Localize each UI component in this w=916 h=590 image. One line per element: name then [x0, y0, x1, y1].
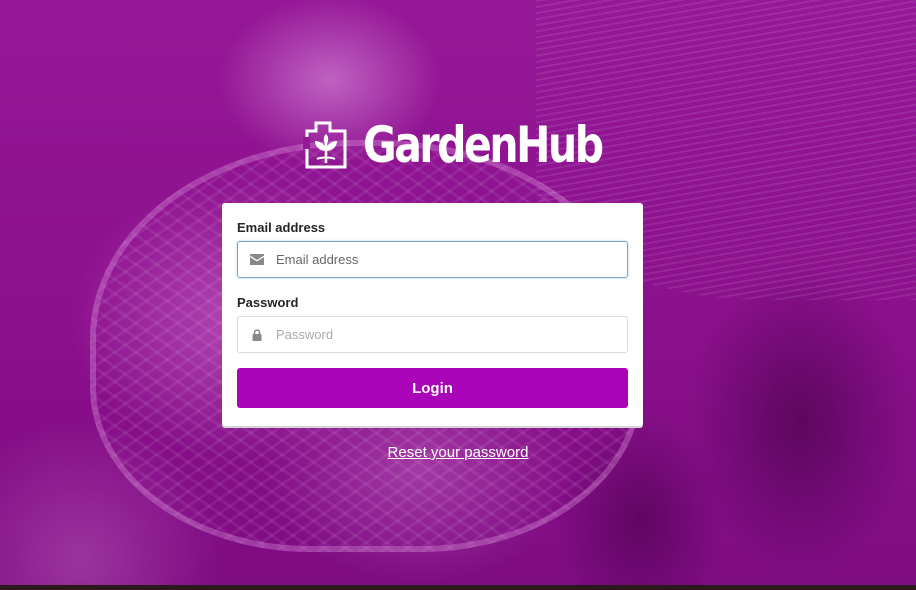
envelope-icon	[238, 242, 276, 277]
reset-password-link[interactable]: Reset your password	[0, 444, 916, 461]
password-field[interactable]	[237, 316, 628, 353]
login-card: Email address Password Login	[222, 203, 643, 426]
brand-header: GardenHub	[0, 116, 916, 174]
password-label: Password	[237, 295, 299, 310]
login-button[interactable]: Login	[237, 368, 628, 408]
garden-house-icon	[302, 121, 347, 169]
email-label: Email address	[237, 220, 326, 235]
lock-icon	[238, 317, 276, 352]
password-input[interactable]	[276, 327, 606, 342]
email-field[interactable]	[237, 241, 628, 278]
login-page: GardenHub Email address Password Logi	[0, 0, 916, 590]
bottom-edge	[0, 585, 916, 590]
brand-name: GardenHub	[362, 116, 604, 174]
email-input[interactable]	[276, 252, 606, 267]
